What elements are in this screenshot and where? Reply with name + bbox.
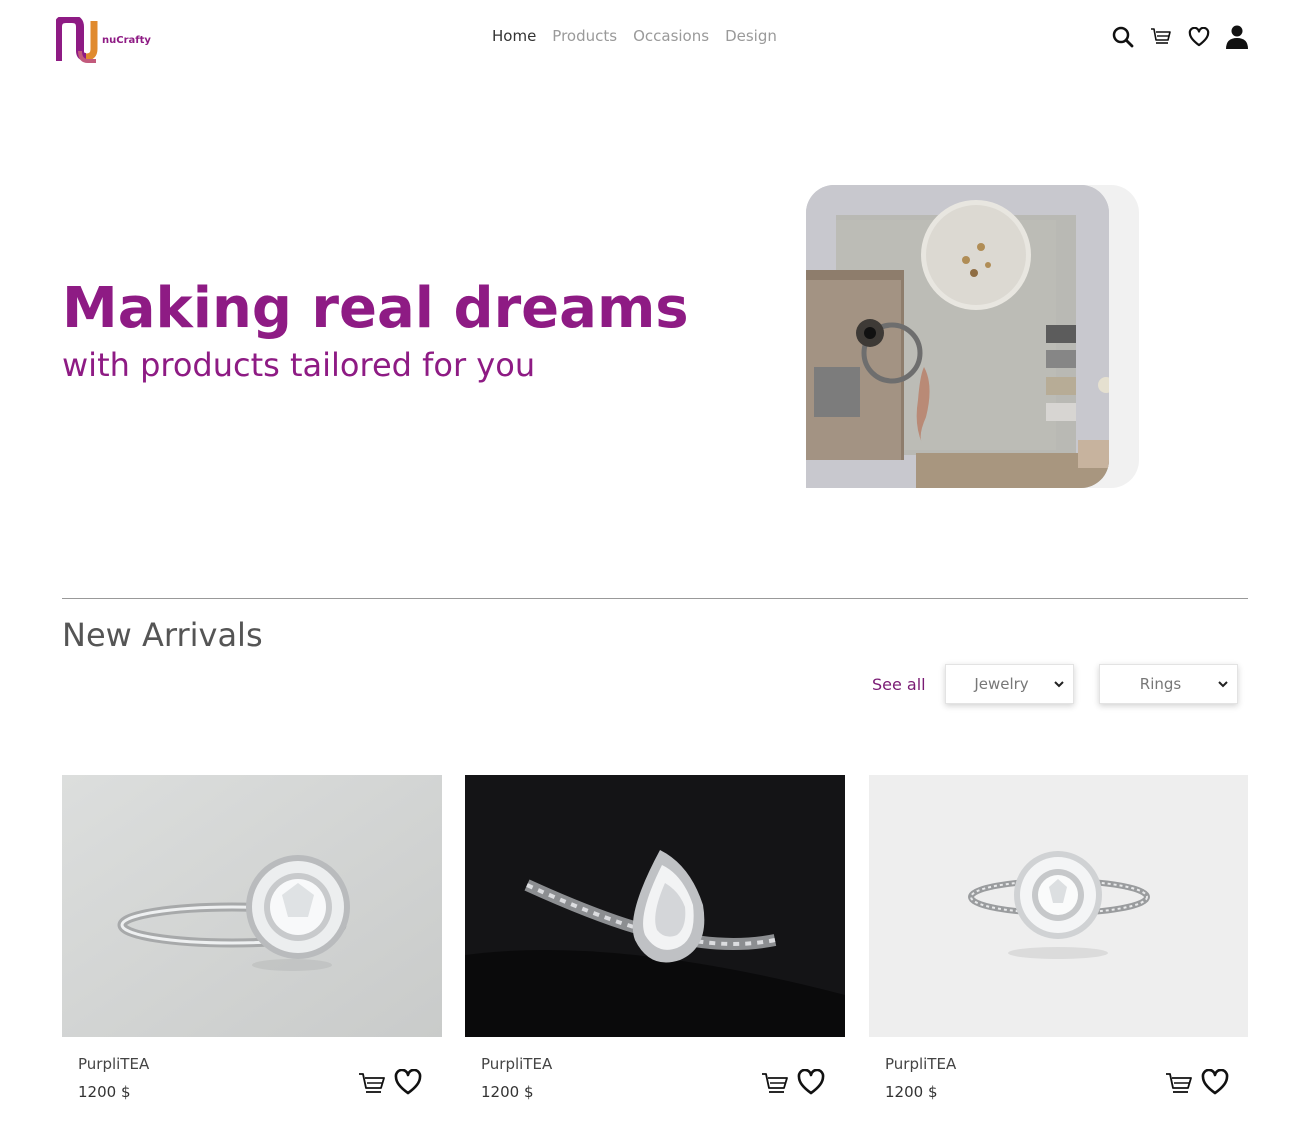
add-to-cart-icon[interactable] <box>358 1071 386 1095</box>
category-select[interactable]: Jewelry <box>945 664 1074 704</box>
hero-subtitle: with products tailored for you <box>62 346 536 384</box>
flower-ring-image[interactable] <box>869 775 1249 1037</box>
nav-occasions[interactable]: Occasions <box>633 27 709 45</box>
cart-icon[interactable] <box>1149 24 1173 50</box>
add-to-cart-icon[interactable] <box>761 1071 789 1095</box>
wishlist-heart-icon[interactable] <box>394 1069 422 1095</box>
product-name: PurpliTEA <box>78 1055 150 1073</box>
category-select-value: Jewelry <box>974 675 1029 693</box>
logo[interactable]: nuCrafty <box>56 16 156 64</box>
nav-home[interactable]: Home <box>492 27 536 45</box>
logo-mark-icon <box>56 17 98 63</box>
wishlist-heart-icon[interactable] <box>797 1069 825 1095</box>
search-icon[interactable] <box>1111 24 1135 50</box>
product-price: 1200 $ <box>78 1083 131 1101</box>
product-price: 1200 $ <box>481 1083 534 1101</box>
product-name: PurpliTEA <box>481 1055 553 1073</box>
logo-text: nuCrafty <box>102 34 151 46</box>
halo-ring-image[interactable] <box>62 775 442 1037</box>
header-actions <box>1111 24 1249 50</box>
pear-ring-image[interactable] <box>465 775 845 1037</box>
hero-title: Making real dreams <box>62 276 689 341</box>
heart-icon[interactable] <box>1187 24 1211 50</box>
chevron-down-icon <box>1054 681 1064 688</box>
section-divider <box>62 598 1248 599</box>
chevron-down-icon <box>1218 681 1228 688</box>
product-card[interactable]: PurpliTEA 1200 $ <box>869 775 1249 1115</box>
section-title: New Arrivals <box>62 616 263 654</box>
product-card[interactable]: PurpliTEA 1200 $ <box>62 775 442 1115</box>
nav-design[interactable]: Design <box>725 27 777 45</box>
nav-products[interactable]: Products <box>552 27 617 45</box>
product-name: PurpliTEA <box>885 1055 957 1073</box>
add-to-cart-icon[interactable] <box>1165 1071 1193 1095</box>
moodboard-image <box>806 185 1109 488</box>
subcategory-select[interactable]: Rings <box>1099 664 1238 704</box>
user-icon[interactable] <box>1225 24 1249 50</box>
product-price: 1200 $ <box>885 1083 938 1101</box>
see-all-link[interactable]: See all <box>872 675 926 694</box>
subcategory-select-value: Rings <box>1139 675 1182 693</box>
product-card[interactable]: PurpliTEA 1200 $ <box>465 775 845 1115</box>
main-nav: Home Products Occasions Design <box>492 27 777 45</box>
wishlist-heart-icon[interactable] <box>1201 1069 1229 1095</box>
